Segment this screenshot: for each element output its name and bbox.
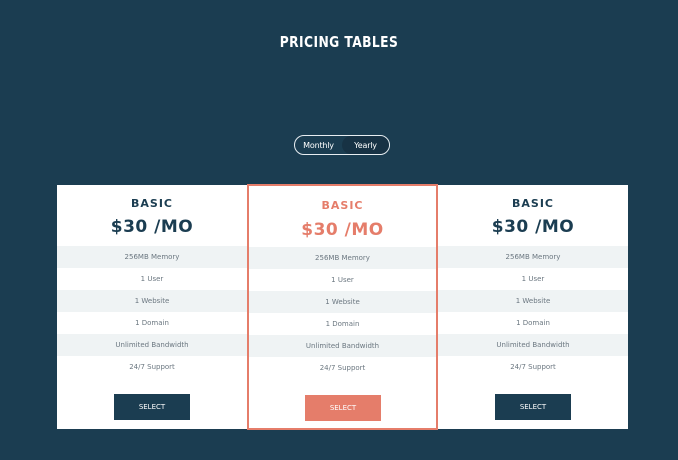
plan-tier: BASIC [131, 197, 173, 210]
feature-item: 1 Domain [516, 319, 550, 327]
plan-tier: BASIC [321, 199, 364, 212]
feature-item: Unlimited Bandwidth [438, 334, 628, 356]
feature-item: 256MB Memory [438, 246, 628, 268]
feature-item: 1 Website [249, 291, 436, 313]
toggle-yearly[interactable]: Yearly [342, 136, 389, 154]
feature-item: 24/7 Support [319, 364, 366, 372]
feature-item: 256MB Memory [249, 247, 436, 269]
plan-price: $30 /MO [301, 220, 384, 240]
select-button[interactable]: SELECT [114, 394, 190, 420]
plan-price: $30 /MO [110, 217, 194, 237]
feature-item: 1 Domain [135, 319, 169, 327]
select-button[interactable]: SELECT [305, 395, 381, 421]
plan-price: $30 /MO [491, 217, 575, 237]
select-button[interactable]: SELECT [495, 394, 571, 420]
feature-item: 1 Domain [325, 320, 360, 328]
feature-item: 24/7 Support [129, 363, 175, 371]
feature-item: 1 User [521, 275, 545, 283]
feature-list: 256MB Memory 1 User 1 Website 1 Domain U… [249, 247, 436, 379]
feature-item: 1 Website [57, 290, 247, 312]
toggle-monthly[interactable]: Monthly [295, 136, 342, 154]
feature-item: 1 User [140, 275, 164, 283]
feature-item: 256MB Memory [57, 246, 247, 268]
pricing-card-basic-featured: BASIC $30 /MO 256MB Memory 1 User 1 Webs… [247, 184, 438, 430]
pricing-card-basic-3: BASIC $30 /MO 256MB Memory 1 User 1 Webs… [438, 185, 628, 429]
feature-list: 256MB Memory 1 User 1 Website 1 Domain U… [57, 246, 247, 378]
feature-list: 256MB Memory 1 User 1 Website 1 Domain U… [438, 246, 628, 378]
page-title: PRICING TABLES [279, 33, 399, 51]
feature-item: Unlimited Bandwidth [57, 334, 247, 356]
feature-item: 1 Website [438, 290, 628, 312]
billing-period-toggle[interactable]: Monthly Yearly [294, 135, 390, 155]
feature-item: Unlimited Bandwidth [249, 335, 436, 357]
pricing-card-basic-1: BASIC $30 /MO 256MB Memory 1 User 1 Webs… [57, 185, 247, 429]
feature-item: 1 User [331, 276, 354, 284]
plan-tier: BASIC [512, 197, 554, 210]
feature-item: 24/7 Support [510, 363, 556, 371]
